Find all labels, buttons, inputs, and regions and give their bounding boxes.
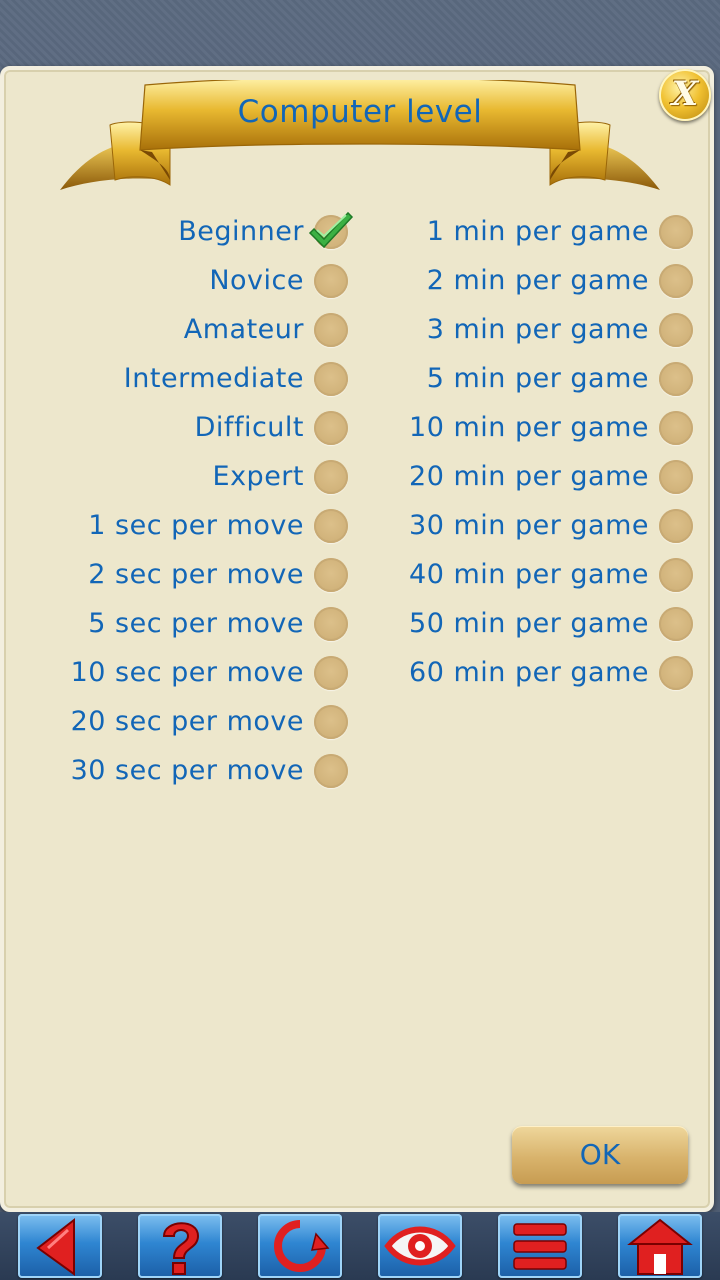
- radio-button[interactable]: [314, 606, 348, 641]
- back-arrow-icon: [36, 1217, 75, 1276]
- radio-button[interactable]: [659, 508, 693, 543]
- radio-button[interactable]: [314, 361, 348, 396]
- level-label: 2 min per game: [426, 265, 649, 296]
- help-button[interactable]: [138, 1214, 222, 1278]
- level-option[interactable]: Amateur: [0, 305, 360, 354]
- radio-button[interactable]: [659, 410, 693, 445]
- radio-button[interactable]: [314, 557, 348, 592]
- close-button[interactable]: X: [659, 69, 711, 121]
- level-option[interactable]: 60 min per game: [360, 648, 705, 697]
- level-option[interactable]: Intermediate: [0, 354, 360, 403]
- level-label: 3 min per game: [426, 314, 649, 345]
- level-option[interactable]: 20 sec per move: [0, 697, 360, 746]
- level-label: Difficult: [194, 412, 304, 443]
- level-label: 10 sec per move: [70, 657, 304, 688]
- radio-button[interactable]: [659, 557, 693, 592]
- level-option[interactable]: Novice: [0, 256, 360, 305]
- radio-button[interactable]: [314, 459, 348, 494]
- radio-button[interactable]: [314, 655, 348, 690]
- radio-button[interactable]: [659, 312, 693, 347]
- radio-button[interactable]: [314, 263, 348, 298]
- radio-button[interactable]: [659, 606, 693, 641]
- level-label: 30 sec per move: [70, 755, 304, 786]
- level-label: 20 min per game: [409, 461, 649, 492]
- rotate-board-button[interactable]: [258, 1214, 342, 1278]
- radio-button[interactable]: [659, 655, 693, 690]
- level-label: 5 min per game: [426, 363, 649, 394]
- level-option[interactable]: 30 sec per move: [0, 746, 360, 795]
- level-label: 1 min per game: [426, 216, 649, 247]
- level-option[interactable]: 20 min per game: [360, 452, 705, 501]
- level-option[interactable]: 40 min per game: [360, 550, 705, 599]
- level-label: 1 sec per move: [88, 510, 304, 541]
- level-list-left: Beginner Novice Amateur Intermediate Dif…: [0, 207, 360, 795]
- level-label: Intermediate: [123, 363, 304, 394]
- radio-button[interactable]: [659, 459, 693, 494]
- dialog-title: Computer level: [237, 94, 483, 130]
- level-label: 60 min per game: [409, 657, 649, 688]
- radio-button[interactable]: [314, 312, 348, 347]
- level-option[interactable]: Difficult: [0, 403, 360, 452]
- level-option[interactable]: 3 min per game: [360, 305, 705, 354]
- radio-button[interactable]: [314, 410, 348, 445]
- bottom-toolbar: [0, 1212, 720, 1280]
- background: [0, 0, 720, 70]
- level-label: 2 sec per move: [88, 559, 304, 590]
- level-option[interactable]: 1 min per game: [360, 207, 705, 256]
- level-label: Novice: [209, 265, 304, 296]
- level-label: 30 min per game: [409, 510, 649, 541]
- level-option[interactable]: 2 sec per move: [0, 550, 360, 599]
- level-label: Beginner: [178, 216, 304, 247]
- level-option[interactable]: 2 min per game: [360, 256, 705, 305]
- level-label: 10 min per game: [409, 412, 649, 443]
- level-list-right: 1 min per game 2 min per game 3 min per …: [360, 207, 705, 697]
- home-icon: [627, 1218, 693, 1275]
- back-button[interactable]: [18, 1214, 102, 1278]
- level-option[interactable]: Beginner: [0, 207, 360, 256]
- view-button[interactable]: [378, 1214, 462, 1278]
- level-label: 5 sec per move: [88, 608, 304, 639]
- level-label: Amateur: [183, 314, 304, 345]
- eye-icon: [384, 1226, 456, 1266]
- level-option[interactable]: Expert: [0, 452, 360, 501]
- level-option[interactable]: 10 min per game: [360, 403, 705, 452]
- rotate-board-icon: [274, 1220, 330, 1272]
- radio-button[interactable]: [314, 508, 348, 543]
- ok-button[interactable]: OK: [512, 1126, 688, 1184]
- level-option[interactable]: 5 sec per move: [0, 599, 360, 648]
- radio-button[interactable]: [314, 704, 348, 739]
- menu-icon: [513, 1223, 567, 1270]
- level-option[interactable]: 1 sec per move: [0, 501, 360, 550]
- help-question-icon: [162, 1222, 200, 1275]
- checkmark-icon: [308, 211, 354, 248]
- level-label: 50 min per game: [409, 608, 649, 639]
- radio-button[interactable]: [659, 263, 693, 298]
- close-x-icon: X: [671, 74, 699, 114]
- radio-button[interactable]: [659, 214, 693, 249]
- level-option[interactable]: 5 min per game: [360, 354, 705, 403]
- menu-button[interactable]: [498, 1214, 582, 1278]
- level-label: Expert: [212, 461, 304, 492]
- radio-button[interactable]: [659, 361, 693, 396]
- level-option[interactable]: 50 min per game: [360, 599, 705, 648]
- level-label: 20 sec per move: [70, 706, 304, 737]
- radio-button-checked[interactable]: [308, 211, 354, 249]
- home-button[interactable]: [618, 1214, 702, 1278]
- level-option[interactable]: 30 min per game: [360, 501, 705, 550]
- radio-button[interactable]: [314, 753, 348, 788]
- level-option[interactable]: 10 sec per move: [0, 648, 360, 697]
- level-label: 40 min per game: [409, 559, 649, 590]
